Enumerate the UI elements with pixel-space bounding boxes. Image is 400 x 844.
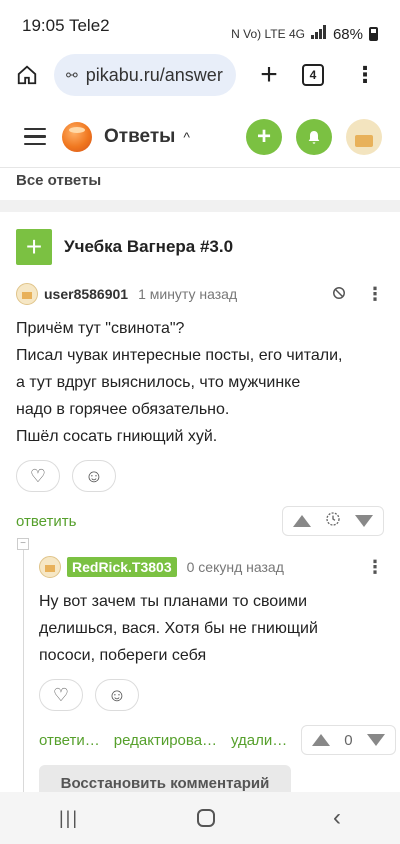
notifications-button[interactable] (296, 118, 332, 155)
reaction-row: ♡ ☺ (39, 679, 384, 711)
tabs-button[interactable]: 4 (302, 64, 324, 86)
block-icon[interactable] (332, 286, 346, 303)
all-answers-title: Все ответы (16, 172, 102, 189)
comment-time[interactable]: 1 минуту назад (138, 286, 237, 302)
status-bar: 19:05 Tele2 N Vo) LTE 4G 68% (0, 0, 400, 52)
new-tab-button[interactable]: + (254, 60, 284, 90)
arrow-down-icon[interactable] (366, 734, 385, 746)
more-vert-icon: ⋮ (354, 62, 376, 87)
clock-icon (325, 511, 341, 531)
more-vert-icon[interactable]: ⋮ (366, 558, 384, 576)
avatar[interactable] (16, 283, 38, 305)
status-left: 19:05 Tele2 (22, 16, 110, 52)
comment-text: Причём тут "свинота"? Писал чувак интере… (16, 315, 384, 450)
plus-icon: + (25, 231, 43, 262)
plus-icon: + (260, 58, 278, 91)
delete-link[interactable]: удали… (231, 732, 287, 749)
pikabu-logo[interactable] (62, 121, 92, 152)
network-indicators: N Vo) LTE 4G (231, 27, 305, 41)
header-actions: + (246, 118, 382, 155)
heart-icon: ♡ (29, 465, 47, 486)
add-post-button[interactable]: + (246, 118, 282, 155)
caret-up-icon[interactable]: ^ (183, 129, 190, 145)
reply-link[interactable]: ответить (16, 513, 76, 530)
comment-time[interactable]: 0 секунд назад (187, 559, 284, 575)
hamburger-icon[interactable] (24, 127, 46, 146)
thread-line (23, 544, 24, 794)
bell-icon (308, 130, 320, 144)
comment-line: Пшёл сосать гниющий хуй. (16, 428, 218, 445)
arrow-up-icon[interactable] (312, 734, 331, 746)
comment: RedRick.T3803 0 секунд назад ⋮ Ну вот за… (39, 556, 396, 755)
divider (0, 200, 400, 212)
like-button[interactable]: ♡ (16, 460, 60, 492)
battery-percent: 68% (332, 25, 363, 43)
comment: user8586901 1 минуту назад ⋮ Причём тут … (16, 283, 384, 536)
site-header: Ответы ^ + (0, 106, 400, 168)
add-reaction-icon: ☺ (107, 684, 127, 705)
add-reaction-icon: ☺ (84, 465, 104, 486)
comment-footer: ответи… редактирова… удали… 0 (39, 725, 396, 755)
status-time: 19:05 (22, 16, 65, 35)
avatar[interactable] (39, 556, 61, 578)
home-nav-icon[interactable] (197, 809, 215, 827)
plus-icon: + (256, 122, 271, 150)
signal-icon (310, 25, 327, 43)
comment-line: надо в горячее обязательно. (16, 401, 230, 418)
edit-link[interactable]: редактирова… (114, 732, 217, 749)
comment-username[interactable]: user8586901 (44, 286, 128, 302)
battery-icon (369, 27, 378, 41)
tabs-count: 4 (309, 68, 317, 82)
vote-box (282, 506, 384, 536)
post-title[interactable]: Учебка Вагнера #3.0 (64, 237, 233, 257)
post-title-row: + Учебка Вагнера #3.0 (16, 229, 233, 265)
add-reaction-button[interactable]: ☺ (72, 460, 116, 492)
arrow-up-icon[interactable] (293, 515, 311, 527)
comment-line: Ну вот зачем ты планами то своими (39, 593, 308, 610)
comment-header: RedRick.T3803 0 секунд назад ⋮ (39, 556, 384, 578)
status-right: N Vo) LTE 4G 68% (231, 16, 378, 52)
site-settings-icon[interactable]: ⚯ (66, 67, 78, 84)
vote-box: 0 (301, 725, 396, 755)
system-nav-bar: ||| ‹ (0, 792, 400, 844)
comment-username[interactable]: RedRick.T3803 (67, 557, 177, 577)
collapse-thread-button[interactable]: − (17, 538, 29, 550)
comment-header-actions: ⋮ (366, 558, 384, 576)
address-bar[interactable]: ⚯ pikabu.ru/answer (54, 54, 236, 96)
browser-menu-button[interactable]: ⋮ (354, 64, 376, 86)
browser-toolbar: ⚯ pikabu.ru/answer + 4 ⋮ (0, 52, 400, 98)
home-icon (17, 65, 37, 85)
comment-header: user8586901 1 минуту назад ⋮ (16, 283, 384, 305)
comment-line: Писал чувак интересные посты, его читали… (16, 347, 343, 364)
arrow-down-icon[interactable] (355, 515, 373, 527)
comment-footer: ответить (16, 506, 384, 536)
comment-line: Причём тут "свинота"? (16, 320, 185, 337)
comment-text: Ну вот зачем ты планами то своими делишь… (39, 588, 384, 669)
url-text: pikabu.ru/answer (85, 64, 223, 85)
home-button[interactable] (12, 60, 42, 90)
reaction-row: ♡ ☺ (16, 460, 384, 492)
comment-header-actions: ⋮ (332, 285, 384, 303)
add-reaction-button[interactable]: ☺ (95, 679, 139, 711)
comment-line: пососи, побереги себя (39, 647, 207, 664)
recent-apps-icon[interactable]: ||| (59, 808, 79, 829)
status-carrier: Tele2 (68, 16, 110, 35)
back-icon[interactable]: ‹ (333, 804, 341, 832)
section-title[interactable]: Ответы (104, 126, 175, 148)
reply-link[interactable]: ответи… (39, 732, 100, 749)
like-button[interactable]: ♡ (39, 679, 83, 711)
comment-line: а тут вдруг выяснилось, что мужчинке (16, 374, 301, 391)
more-vert-icon[interactable]: ⋮ (366, 285, 384, 303)
heart-icon: ♡ (52, 684, 70, 705)
rating-value: 0 (344, 731, 353, 749)
comment-line: делишься, вася. Хотя бы не гниющий (39, 620, 318, 637)
user-avatar[interactable] (346, 118, 382, 155)
expand-post-button[interactable]: + (16, 229, 52, 265)
